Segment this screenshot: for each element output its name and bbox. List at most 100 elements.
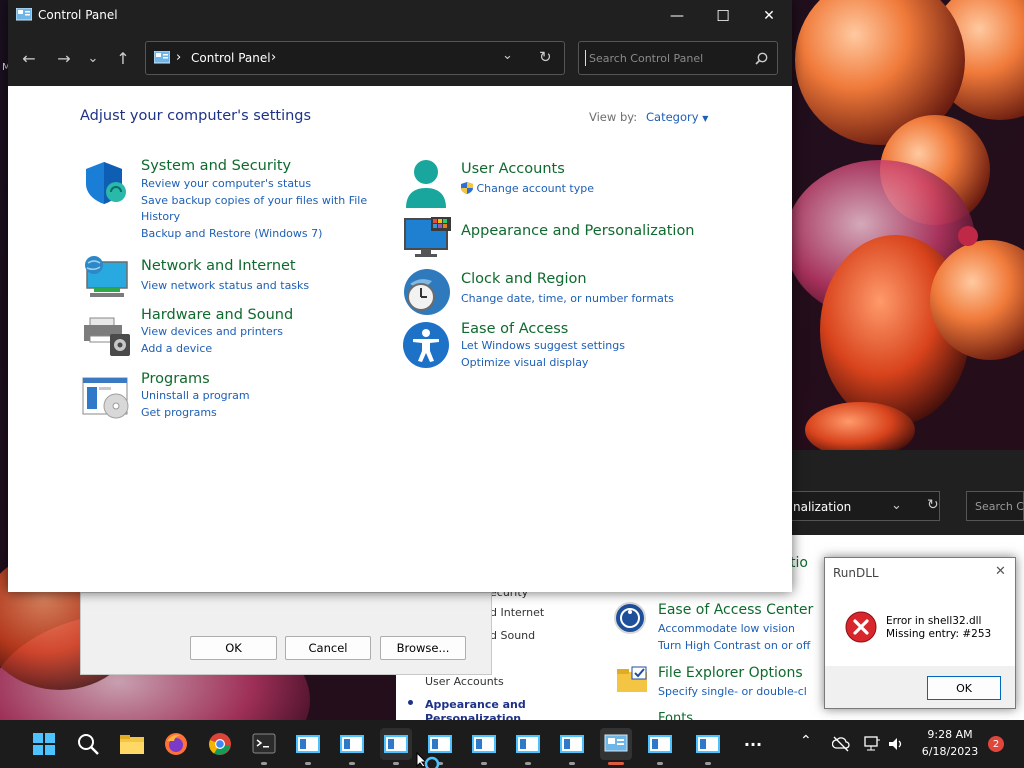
bg-search-box[interactable]: Search C — [966, 491, 1024, 521]
chrome-button[interactable] — [204, 728, 236, 760]
clock-date[interactable]: 6/18/2023 — [916, 745, 984, 758]
recent-locations-button[interactable]: ⌄ — [83, 46, 103, 70]
add-device-link[interactable]: Add a device — [141, 341, 293, 357]
address-control-panel-icon — [154, 51, 170, 64]
back-button[interactable]: ← — [17, 46, 41, 70]
bg-explorer-link[interactable]: Specify single- or double-cl — [658, 685, 807, 698]
window-button-5[interactable] — [468, 728, 500, 760]
user-icon — [406, 160, 446, 208]
clock-region-title[interactable]: Clock and Region — [461, 271, 674, 287]
bg-nav-item[interactable]: d Internet — [490, 606, 544, 619]
user-accounts-title[interactable]: User Accounts — [461, 161, 594, 177]
dialog-browse-button[interactable]: Browse... — [380, 636, 466, 660]
refresh-icon[interactable]: ↻ — [539, 48, 552, 66]
bg-address-bar[interactable]: nalization ⌄ ↻ — [790, 491, 940, 521]
search-input[interactable] — [585, 50, 745, 66]
backup-restore-link[interactable]: Backup and Restore (Windows 7) — [141, 226, 367, 242]
window-app-icon — [340, 735, 364, 753]
bg-ease-link[interactable]: Turn High Contrast on or off — [658, 639, 810, 652]
bg-nav-item[interactable]: d Sound — [490, 629, 535, 642]
save-backup-link-cont[interactable]: History — [141, 209, 367, 225]
review-status-link[interactable]: Review your computer's status — [141, 176, 367, 192]
maximize-button[interactable]: ☐ — [700, 0, 746, 32]
view-by-value: Category — [646, 110, 699, 124]
view-by-dropdown[interactable]: Category ▼ — [646, 110, 708, 124]
close-button[interactable]: ✕ — [746, 0, 792, 32]
file-explorer-button[interactable] — [116, 728, 148, 760]
window-button-8[interactable] — [644, 728, 676, 760]
suggest-settings-link[interactable]: Let Windows suggest settings — [461, 338, 625, 354]
bg-ease-link[interactable]: Accommodate low vision — [658, 622, 795, 635]
window-button-9[interactable] — [692, 728, 724, 760]
window-button-7[interactable] — [556, 728, 588, 760]
category-hardware-sound: Hardware and Sound View devices and prin… — [141, 307, 293, 357]
running-indicator — [525, 762, 531, 765]
bg-window-navbar: nalization ⌄ ↻ Search C — [790, 450, 1024, 535]
folder-icon — [120, 735, 144, 754]
window-button-3[interactable] — [380, 728, 412, 760]
start-button[interactable] — [28, 728, 60, 760]
up-button[interactable]: ↑ — [111, 46, 135, 70]
save-backup-link[interactable]: Save backup copies of your files with Fi… — [141, 193, 367, 209]
change-account-type-row[interactable]: Change account type — [461, 181, 594, 197]
show-hidden-icons-button[interactable]: ⌃ — [800, 733, 812, 749]
bg-refresh-icon[interactable]: ↻ — [927, 497, 939, 513]
bg-address-text: nalization — [793, 500, 852, 514]
uninstall-program-link[interactable]: Uninstall a program — [141, 388, 250, 404]
hardware-sound-title[interactable]: Hardware and Sound — [141, 307, 293, 323]
background-run-dialog[interactable]: OK Cancel Browse... — [80, 592, 492, 675]
breadcrumb-separator[interactable]: › — [176, 50, 181, 65]
network-internet-title[interactable]: Network and Internet — [141, 258, 309, 274]
dropdown-arrow-icon: ▼ — [702, 114, 709, 123]
forward-button[interactable]: → — [52, 46, 76, 70]
search-icon[interactable] — [755, 52, 768, 65]
search-taskbar-button[interactable] — [72, 728, 104, 760]
search-box[interactable] — [578, 41, 778, 75]
change-account-type-link[interactable]: Change account type — [477, 182, 595, 195]
address-bar[interactable]: › Control Panel › ⌄ ↻ — [145, 41, 565, 75]
bg-ease-title[interactable]: Ease of Access Center — [658, 602, 813, 618]
rundll-ok-button[interactable]: OK — [927, 676, 1001, 700]
appearance-personalization-title[interactable]: Appearance and Personalization — [461, 223, 695, 239]
rundll-close-button[interactable]: ✕ — [995, 564, 1006, 579]
rundll-title-bar[interactable]: RunDLL ✕ — [825, 558, 1015, 588]
dialog-cancel-button[interactable]: Cancel — [285, 636, 371, 660]
window-button-1[interactable] — [292, 728, 324, 760]
window-title: Control Panel — [38, 8, 118, 22]
title-bar[interactable]: Control Panel — ☐ ✕ — [8, 0, 792, 32]
breadcrumb-expand[interactable]: › — [271, 50, 276, 65]
dialog-ok-button[interactable]: OK — [190, 636, 277, 660]
bg-nav-item[interactable]: User Accounts — [425, 675, 504, 688]
ease-of-access-title[interactable]: Ease of Access — [461, 321, 625, 337]
network-icon[interactable] — [863, 735, 881, 753]
firefox-button[interactable] — [160, 728, 192, 760]
optimize-display-link[interactable]: Optimize visual display — [461, 355, 625, 371]
mouse-cursor-icon — [416, 752, 440, 768]
terminal-icon — [252, 733, 276, 754]
terminal-button[interactable] — [248, 728, 280, 760]
rundll-error-dialog[interactable]: RunDLL ✕ Error in shell32.dll Missing en… — [824, 557, 1016, 709]
minimize-button[interactable]: — — [654, 0, 700, 32]
window-button-6[interactable] — [512, 728, 544, 760]
address-dropdown-icon[interactable]: ⌄ — [502, 48, 513, 63]
category-network-internet: Network and Internet View network status… — [141, 258, 309, 294]
network-status-link[interactable]: View network status and tasks — [141, 278, 309, 294]
more-apps-button[interactable]: ··· — [737, 728, 769, 760]
system-security-title[interactable]: System and Security — [141, 158, 367, 174]
notification-badge[interactable]: 2 — [988, 736, 1004, 752]
get-programs-link[interactable]: Get programs — [141, 405, 250, 421]
bg-dropdown-icon[interactable]: ⌄ — [891, 498, 902, 513]
change-date-formats-link[interactable]: Change date, time, or number formats — [461, 291, 674, 307]
control-panel-window[interactable]: Control Panel — ☐ ✕ ← → ⌄ ↑ › Control Pa… — [8, 0, 792, 592]
clock-time[interactable]: 9:28 AM — [922, 728, 978, 741]
devices-printers-link[interactable]: View devices and printers — [141, 324, 293, 340]
control-panel-taskbar-button[interactable] — [600, 728, 632, 760]
volume-icon[interactable] — [887, 735, 905, 753]
programs-title[interactable]: Programs — [141, 371, 250, 387]
cloud-offline-icon[interactable] — [832, 735, 850, 753]
breadcrumb-control-panel[interactable]: Control Panel — [191, 51, 271, 65]
bg-nav-item-current[interactable]: Appearance and — [425, 698, 526, 711]
window-button-2[interactable] — [336, 728, 368, 760]
running-indicator — [705, 762, 711, 765]
bg-explorer-title[interactable]: File Explorer Options — [658, 665, 803, 681]
